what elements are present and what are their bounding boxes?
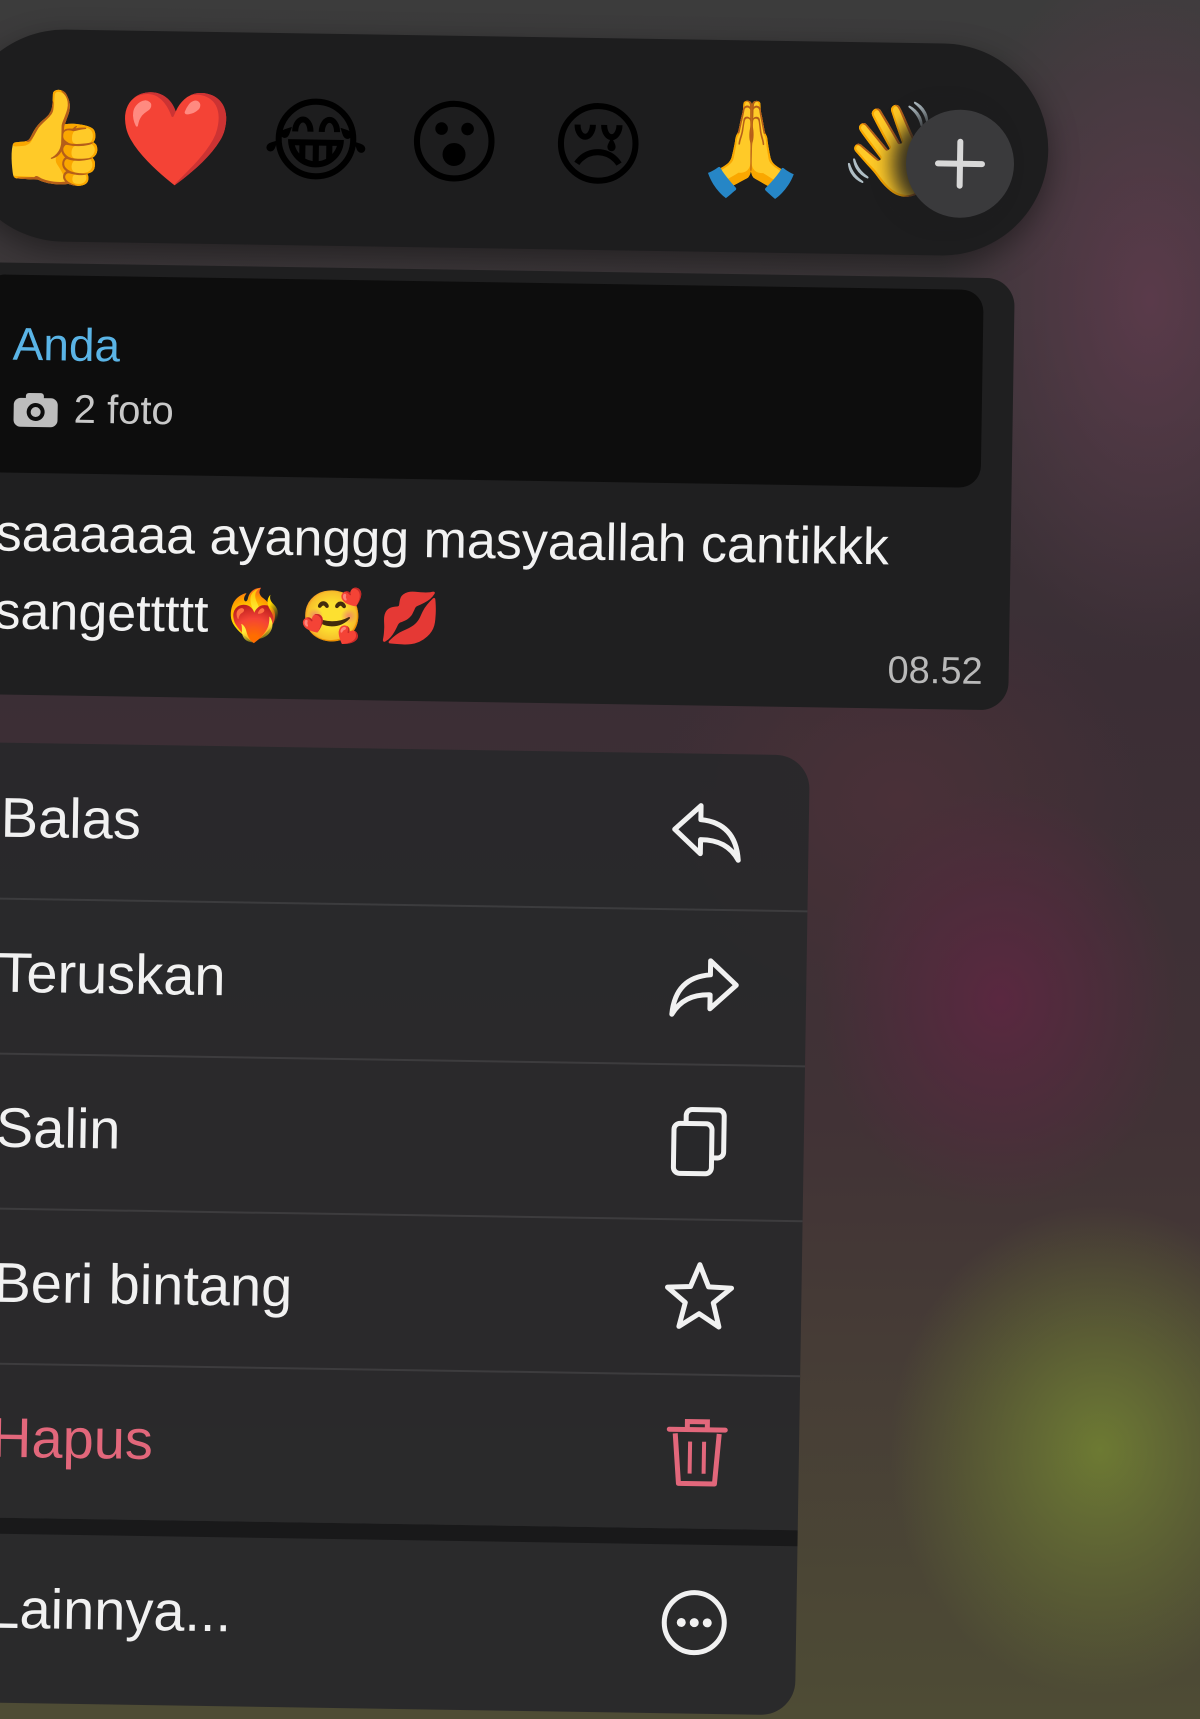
chat-context-overlay: 👍 ❤️ 😂 😮 😢 🙏 👋 Anda 2 foto saaaaaa ayang… (0, 0, 1200, 1719)
menu-item-star[interactable]: Beri bintang (0, 1206, 803, 1378)
menu-item-label: Hapus (0, 1405, 154, 1472)
reaction-heart[interactable]: ❤️ (117, 79, 233, 201)
menu-item-label: Salin (0, 1095, 121, 1161)
reaction-thumbs-up[interactable]: 👍 (0, 77, 112, 199)
trash-icon (666, 1418, 728, 1487)
menu-item-label: Lainnya... (0, 1576, 232, 1644)
context-menu: Balas Teruskan Salin Beri bintang Hapus … (0, 742, 810, 1716)
camera-icon (13, 392, 58, 427)
forward-icon (669, 958, 739, 1017)
menu-item-label: Teruskan (0, 940, 227, 1008)
menu-item-reply[interactable]: Balas (0, 742, 810, 913)
reaction-surprised[interactable]: 😮 (405, 83, 503, 204)
more-icon (661, 1590, 727, 1656)
star-icon (665, 1262, 735, 1330)
reaction-pray[interactable]: 🙏 (693, 88, 809, 210)
quote-attachment-row: 2 foto (11, 387, 174, 435)
message-text: saaaaaa ayanggg masyaallah cantikkk sang… (0, 494, 956, 665)
add-reaction-button[interactable] (905, 108, 1015, 219)
menu-item-delete[interactable]: Hapus (0, 1361, 801, 1533)
menu-item-label: Balas (0, 785, 142, 851)
reaction-cry[interactable]: 😢 (549, 85, 647, 206)
menu-item-more[interactable]: Lainnya... (0, 1533, 797, 1701)
reaction-bar: 👍 ❤️ 😂 😮 😢 🙏 👋 (0, 28, 1050, 258)
menu-item-label: Beri bintang (0, 1250, 293, 1319)
quoted-message[interactable]: Anda 2 foto (0, 274, 984, 488)
message-emojis: ❤️‍🔥 🥰 💋 (222, 586, 442, 648)
menu-item-copy[interactable]: Salin (0, 1051, 806, 1223)
reply-icon (672, 803, 741, 863)
menu-item-forward[interactable]: Teruskan (0, 896, 808, 1068)
copy-icon (670, 1107, 727, 1177)
reaction-laugh[interactable]: 😂 (261, 81, 370, 203)
message-body: saaaaaa ayanggg masyaallah cantikkk sang… (0, 504, 890, 644)
plus-icon (934, 138, 985, 189)
quote-attachment-text: 2 foto (73, 387, 175, 434)
message-bubble[interactable]: Anda 2 foto saaaaaa ayanggg masyaallah c… (0, 262, 1015, 711)
message-time: 08.52 (887, 649, 984, 693)
quote-author: Anda (12, 317, 121, 372)
